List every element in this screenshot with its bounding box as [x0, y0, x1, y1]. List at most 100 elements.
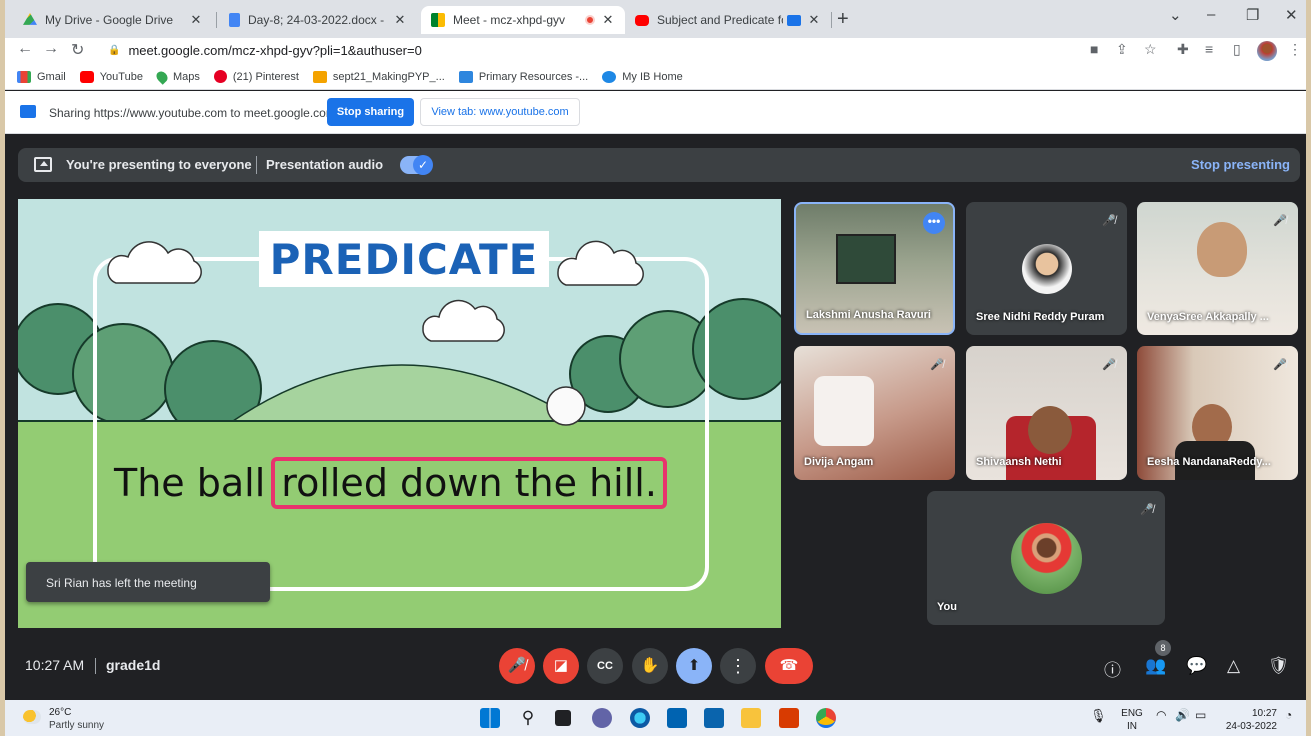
tab-google-docs[interactable]: Day-8; 24-03-2022.docx - Google ✕: [219, 6, 417, 34]
address-bar[interactable]: 🔒 meet.google.com/mcz-xhpd-gyv?pli=1&aut…: [100, 39, 1080, 61]
region-code: IN: [1127, 721, 1137, 732]
captions-icon: CC: [597, 660, 613, 672]
stop-presenting-button[interactable]: Stop presenting: [1191, 157, 1290, 172]
stop-sharing-button[interactable]: Stop sharing: [327, 98, 414, 126]
notifications-icon[interactable]: ◔: [1285, 708, 1292, 722]
bookmark-label: Gmail: [37, 70, 66, 83]
office-icon[interactable]: [779, 708, 799, 728]
presentation-audio-toggle[interactable]: ✓: [400, 155, 433, 175]
clock-date: 24-03-2022: [1225, 721, 1277, 732]
battery-icon[interactable]: ▭: [1195, 708, 1206, 722]
weather-description: Partly sunny: [49, 720, 105, 731]
forward-icon[interactable]: →: [43, 40, 59, 58]
avatar: [1022, 244, 1072, 294]
participant-tile[interactable]: 🎤̸ Shivaansh Nethi: [966, 346, 1127, 480]
chrome-icon[interactable]: [816, 708, 836, 728]
side-panel-icon[interactable]: ▯: [1233, 41, 1241, 58]
close-tab-icon[interactable]: ✕: [807, 12, 821, 28]
bookmark-pinterest[interactable]: (21) Pinterest: [213, 70, 299, 83]
tab-search-icon[interactable]: ⌄: [1169, 6, 1182, 24]
bookmark-youtube[interactable]: YouTube: [79, 70, 143, 83]
close-tab-icon[interactable]: ✕: [601, 12, 615, 28]
avatar: [1011, 523, 1082, 594]
mic-off-icon: 🎤̸: [1102, 359, 1116, 371]
mail-icon[interactable]: [704, 708, 724, 728]
microphone-tray-icon[interactable]: 🎙: [1090, 708, 1107, 724]
more-options-icon[interactable]: •••: [923, 212, 945, 234]
microsoft-store-icon[interactable]: [667, 708, 687, 728]
participant-tile[interactable]: 🎤̸ Sree Nidhi Reddy Puram: [966, 202, 1127, 335]
search-icon[interactable]: ⚲: [518, 708, 538, 728]
present-screen-icon: ⬆: [687, 657, 701, 674]
bookmark-star-icon[interactable]: ☆: [1144, 41, 1157, 58]
system-clock[interactable]: 10:27 24-03-2022: [1217, 707, 1277, 733]
present-now-button[interactable]: ⬆: [676, 648, 712, 684]
camera-toggle-button[interactable]: ◪: [543, 648, 579, 684]
cloud-icon: [422, 299, 505, 342]
ib-home-icon: [602, 70, 617, 83]
ball: [546, 386, 586, 426]
bookmark-maps[interactable]: Maps: [154, 68, 200, 85]
minimize-icon[interactable]: –: [1207, 6, 1215, 23]
participant-tile[interactable]: 🎤̸ Divija Angam: [794, 346, 955, 480]
sharing-text: Sharing https://www.youtube.com to meet.…: [49, 106, 336, 120]
wifi-icon[interactable]: ◠: [1156, 708, 1166, 722]
meeting-time: 10:27 AM: [25, 657, 85, 673]
participant-tile[interactable]: 🎤̸ Eesha NandanaReddy...: [1137, 346, 1298, 480]
edge-icon[interactable]: [630, 708, 650, 728]
maximize-icon[interactable]: ❐: [1246, 6, 1259, 24]
bookmark-primary-resources[interactable]: Primary Resources -...: [458, 70, 588, 83]
close-window-icon[interactable]: ✕: [1285, 6, 1298, 24]
mic-off-icon: 🎤̸: [930, 359, 944, 371]
language-indicator[interactable]: ENG IN: [1117, 707, 1147, 733]
host-controls-icon[interactable]: 🛡: [1268, 656, 1290, 676]
people-icon[interactable]: 👥: [1145, 656, 1166, 676]
file-explorer-icon[interactable]: [741, 708, 761, 728]
extensions-icon[interactable]: ✚: [1177, 41, 1189, 58]
back-icon[interactable]: ←: [17, 40, 33, 58]
tab-title: Subject and Predicate for Kid: [657, 13, 783, 27]
camera-in-use-icon[interactable]: ■: [1090, 41, 1098, 57]
close-tab-icon[interactable]: ✕: [189, 12, 203, 28]
bookmark-ib[interactable]: sept21_MakingPYP_...: [312, 70, 445, 83]
microphone-toggle-button[interactable]: 🎤̸: [499, 648, 535, 684]
chat-app-icon[interactable]: [592, 708, 612, 728]
mic-off-icon: 🎤̸: [1140, 504, 1154, 516]
weather-temperature: 26°C: [49, 707, 72, 718]
activities-icon[interactable]: △: [1227, 656, 1240, 676]
participant-tile[interactable]: ••• Lakshmi Anusha Ravuri: [794, 202, 955, 335]
chat-icon[interactable]: 💬: [1186, 656, 1207, 676]
profile-avatar[interactable]: [1257, 41, 1277, 61]
self-view-tile[interactable]: 🎤̸ You: [927, 491, 1165, 625]
volume-icon[interactable]: 🔊: [1175, 708, 1190, 722]
task-view-icon[interactable]: [555, 710, 571, 726]
ib-icon: [312, 70, 327, 83]
reload-icon[interactable]: ↻: [71, 40, 84, 60]
start-icon[interactable]: [480, 708, 500, 728]
chrome-menu-icon[interactable]: ⋮: [1288, 41, 1302, 58]
tab-google-drive[interactable]: My Drive - Google Drive ✕: [13, 6, 213, 34]
reading-list-icon[interactable]: ≡: [1205, 41, 1213, 57]
raise-hand-button[interactable]: ✋: [632, 648, 668, 684]
meeting-details-icon[interactable]: ⓘ: [1104, 656, 1121, 681]
bookmark-my-ib-home[interactable]: My IB Home: [602, 70, 683, 83]
participant-name: Lakshmi Anusha Ravuri: [806, 309, 931, 321]
captions-button[interactable]: CC: [587, 648, 623, 684]
google-docs-icon: [229, 13, 240, 27]
bookmark-gmail[interactable]: Gmail: [17, 70, 66, 83]
close-tab-icon[interactable]: ✕: [393, 12, 407, 28]
new-tab-icon[interactable]: +: [837, 8, 849, 31]
divider: [95, 658, 96, 674]
leave-call-button[interactable]: ☎: [765, 648, 813, 684]
participant-name: Eesha NandanaReddy...: [1147, 456, 1271, 468]
tab-google-meet[interactable]: Meet - mcz-xhpd-gyv ✕: [421, 6, 625, 34]
url-text: meet.google.com/mcz-xhpd-gyv?pli=1&authu…: [128, 42, 422, 58]
view-tab-button[interactable]: View tab: www.youtube.com: [420, 98, 580, 126]
pinterest-icon: [213, 70, 227, 83]
participant-tile[interactable]: 🎤̸ VenyaSree Akkapally ...: [1137, 202, 1298, 335]
more-options-button[interactable]: ⋮: [720, 648, 756, 684]
recording-indicator-icon: [585, 15, 595, 25]
share-icon[interactable]: ⇪: [1116, 41, 1128, 58]
lock-icon[interactable]: 🔒: [108, 45, 120, 56]
tab-youtube[interactable]: Subject and Predicate for Kid ✕: [625, 6, 831, 34]
